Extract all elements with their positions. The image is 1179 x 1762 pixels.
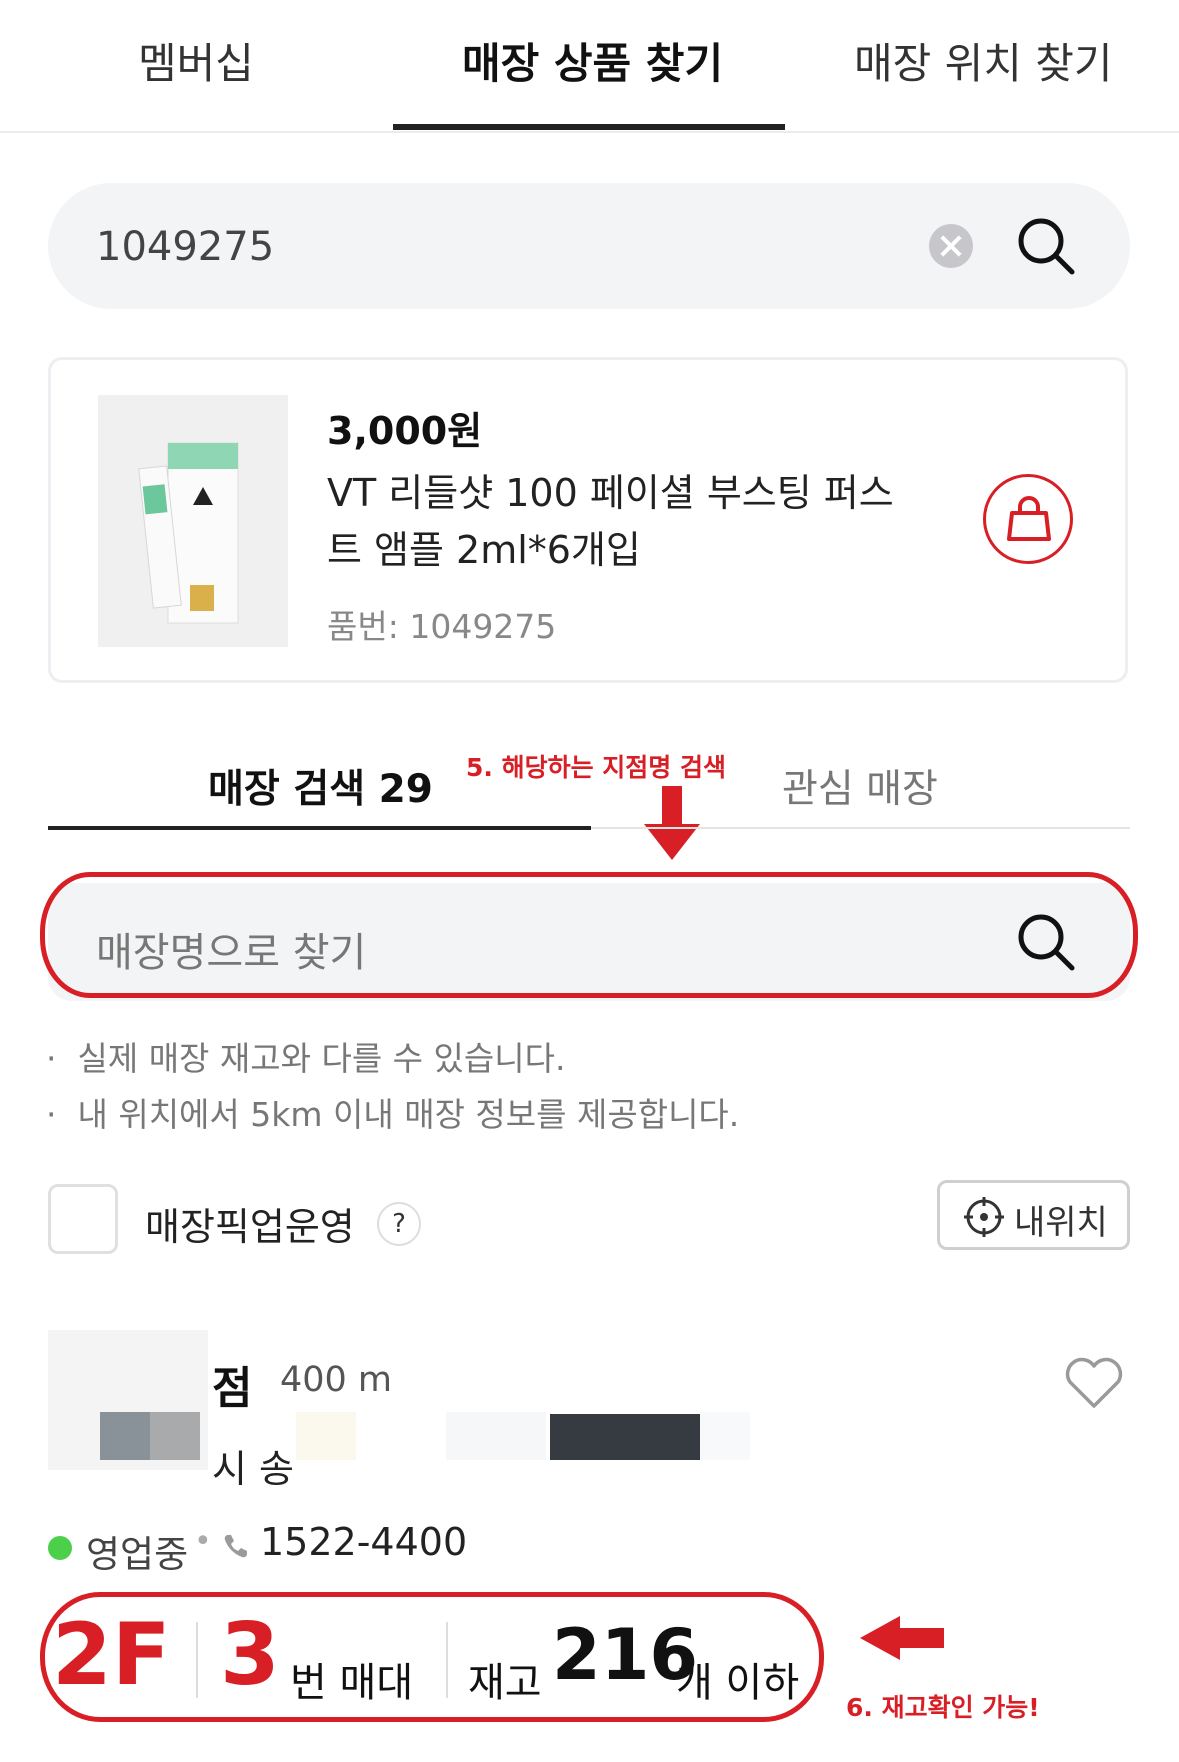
store-name[interactable]: 점 (212, 1352, 252, 1416)
my-location-label: 내위치 (1014, 1203, 1108, 1243)
blurred-region (446, 1412, 546, 1460)
open-status-dot (48, 1536, 72, 1560)
tab-favorite-stores[interactable]: 관심 매장 (782, 758, 938, 814)
phone-icon (224, 1535, 247, 1558)
annotation-highlight-stock (40, 1592, 824, 1722)
left-arrow-annotation-icon (860, 1616, 944, 1660)
pickup-label: 매장픽업운영 (145, 1205, 355, 1249)
location-target-icon (964, 1197, 1004, 1237)
blurred-region (700, 1412, 750, 1460)
notice-text: 실제 매장 재고와 다를 수 있습니다. (77, 1039, 566, 1078)
shopping-bag-icon (1007, 496, 1051, 541)
notice-item: · 내 위치에서 5km 이내 매장 정보를 제공합니다. (46, 1095, 740, 1134)
separator-dot: • (194, 1524, 212, 1559)
product-name: VT 리들샷 100 페이셜 부스팅 퍼스트 앰플 2ml*6개입 (327, 471, 894, 572)
blurred-region (150, 1412, 200, 1460)
annotation-step5: 5. 해당하는 지점명 검색 (466, 753, 727, 782)
product-price: 3,000원 (327, 409, 483, 453)
blurred-region (296, 1412, 356, 1460)
product-sku: 품번: 1049275 (327, 607, 557, 646)
search-icon[interactable] (1014, 214, 1078, 278)
annotation-highlight-search (40, 872, 1138, 998)
annotation-step6: 6. 재고확인 가능! (846, 1693, 1040, 1722)
store-status: 영업중 (86, 1533, 189, 1576)
tab-store-location-search[interactable]: 매장 위치 찾기 (854, 30, 1113, 91)
blurred-region (550, 1414, 700, 1460)
heart-icon[interactable] (1064, 1356, 1124, 1410)
my-location-button[interactable]: 내위치 (937, 1180, 1130, 1250)
add-to-bag-button[interactable] (983, 474, 1073, 564)
help-icon[interactable]: ? (377, 1202, 421, 1246)
tab-divider (0, 131, 1179, 133)
tab-store-search[interactable]: 매장 검색 29 (208, 758, 433, 814)
product-image (98, 395, 288, 647)
tab-store-product-search[interactable]: 매장 상품 찾기 (462, 30, 723, 91)
store-tab-indicator (48, 826, 591, 830)
down-arrow-annotation-icon (644, 786, 700, 860)
tab-membership[interactable]: 멤버십 (138, 30, 254, 91)
pickup-checkbox[interactable] (48, 1184, 118, 1254)
blurred-region (100, 1412, 150, 1460)
product-search-input[interactable]: 1049275 (96, 224, 274, 270)
notice-item: · 실제 매장 재고와 다를 수 있습니다. (46, 1039, 566, 1078)
store-address: 시 송 (212, 1447, 294, 1491)
active-tab-indicator (393, 124, 785, 130)
store-distance: 400 m (280, 1360, 393, 1400)
notice-text: 내 위치에서 5km 이내 매장 정보를 제공합니다. (77, 1095, 740, 1134)
store-tab-divider (591, 827, 1130, 829)
clear-search-icon[interactable] (929, 224, 973, 268)
store-phone[interactable]: 1522-4400 (260, 1520, 467, 1564)
